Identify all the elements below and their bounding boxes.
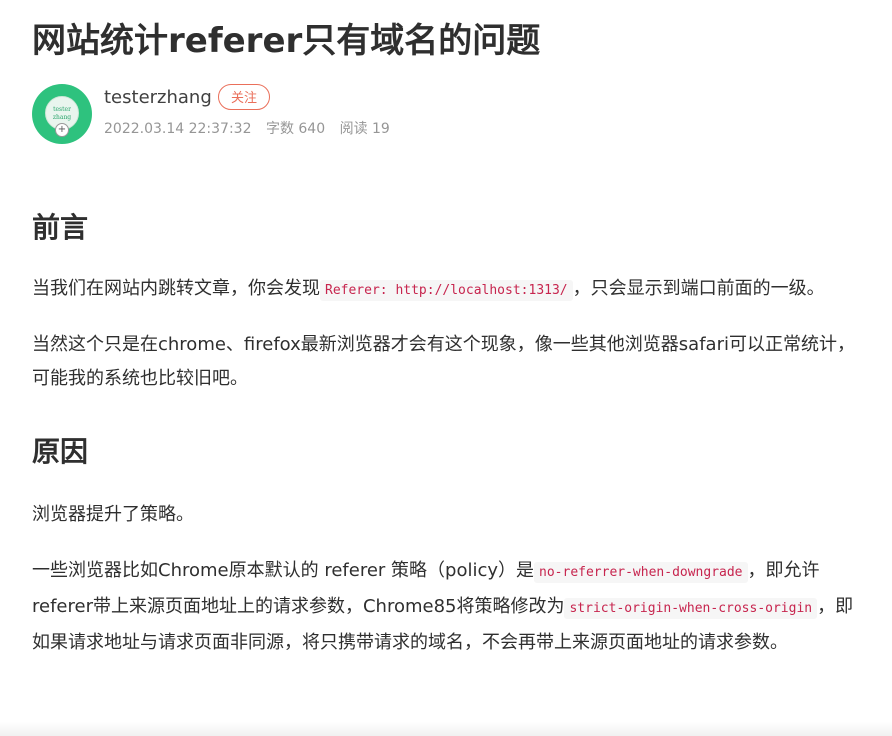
publish-date: 2022.03.14 22:37:32 (104, 121, 252, 137)
author-name-link[interactable]: testerzhang (104, 86, 212, 110)
section-heading-cause: 原因 (32, 435, 89, 468)
inline-code-old-policy: no-referrer-when-downgrade (534, 562, 748, 583)
paragraph-policy-upgrade: 浏览器提升了策略。 (32, 504, 194, 525)
read-count: 阅读 19 (339, 121, 390, 137)
article-meta: 2022.03.14 22:37:32 字数 640 阅读 19 (104, 120, 400, 138)
avatar-text-line1: tester (53, 106, 71, 113)
inline-code-new-policy: strict-origin-when-cross-origin (564, 598, 818, 619)
avatar[interactable]: tester zhang + (32, 84, 92, 144)
plus-icon: + (55, 123, 69, 137)
paragraph-browser-note: 当然这个只是在chrome、firefox最新浏览器才会有这个现象，像一些其他浏… (32, 334, 855, 389)
article: 网站统计referer只有域名的问题 tester zhang + tester… (32, 0, 892, 660)
bottom-fade (0, 722, 892, 736)
article-title: 网站统计referer只有域名的问题 (32, 21, 541, 61)
author-info: tester zhang + testerzhang 关注 2022.03.14… (32, 82, 892, 154)
paragraph-text: 当我们在网站内跳转文章，你会发现 (32, 278, 320, 299)
paragraph-text: ，只会显示到端口前面的一级。 (572, 278, 825, 299)
section-heading-preface: 前言 (32, 211, 89, 244)
paragraph-referer-observation: 当我们在网站内跳转文章，你会发现 Referer: http://localhos… (32, 272, 864, 308)
inline-code-referer: Referer: http://localhost:1313/ (320, 280, 573, 301)
follow-button[interactable]: 关注 (218, 84, 271, 110)
avatar-text-line2: zhang (52, 114, 72, 121)
paragraph-text: 一些浏览器比如Chrome原本默认的 referer 策略（policy）是 (32, 560, 535, 581)
word-count: 字数 640 (265, 121, 326, 137)
paragraph-policy-detail: 一些浏览器比如Chrome原本默认的 referer 策略（policy）是 no… (32, 554, 864, 660)
